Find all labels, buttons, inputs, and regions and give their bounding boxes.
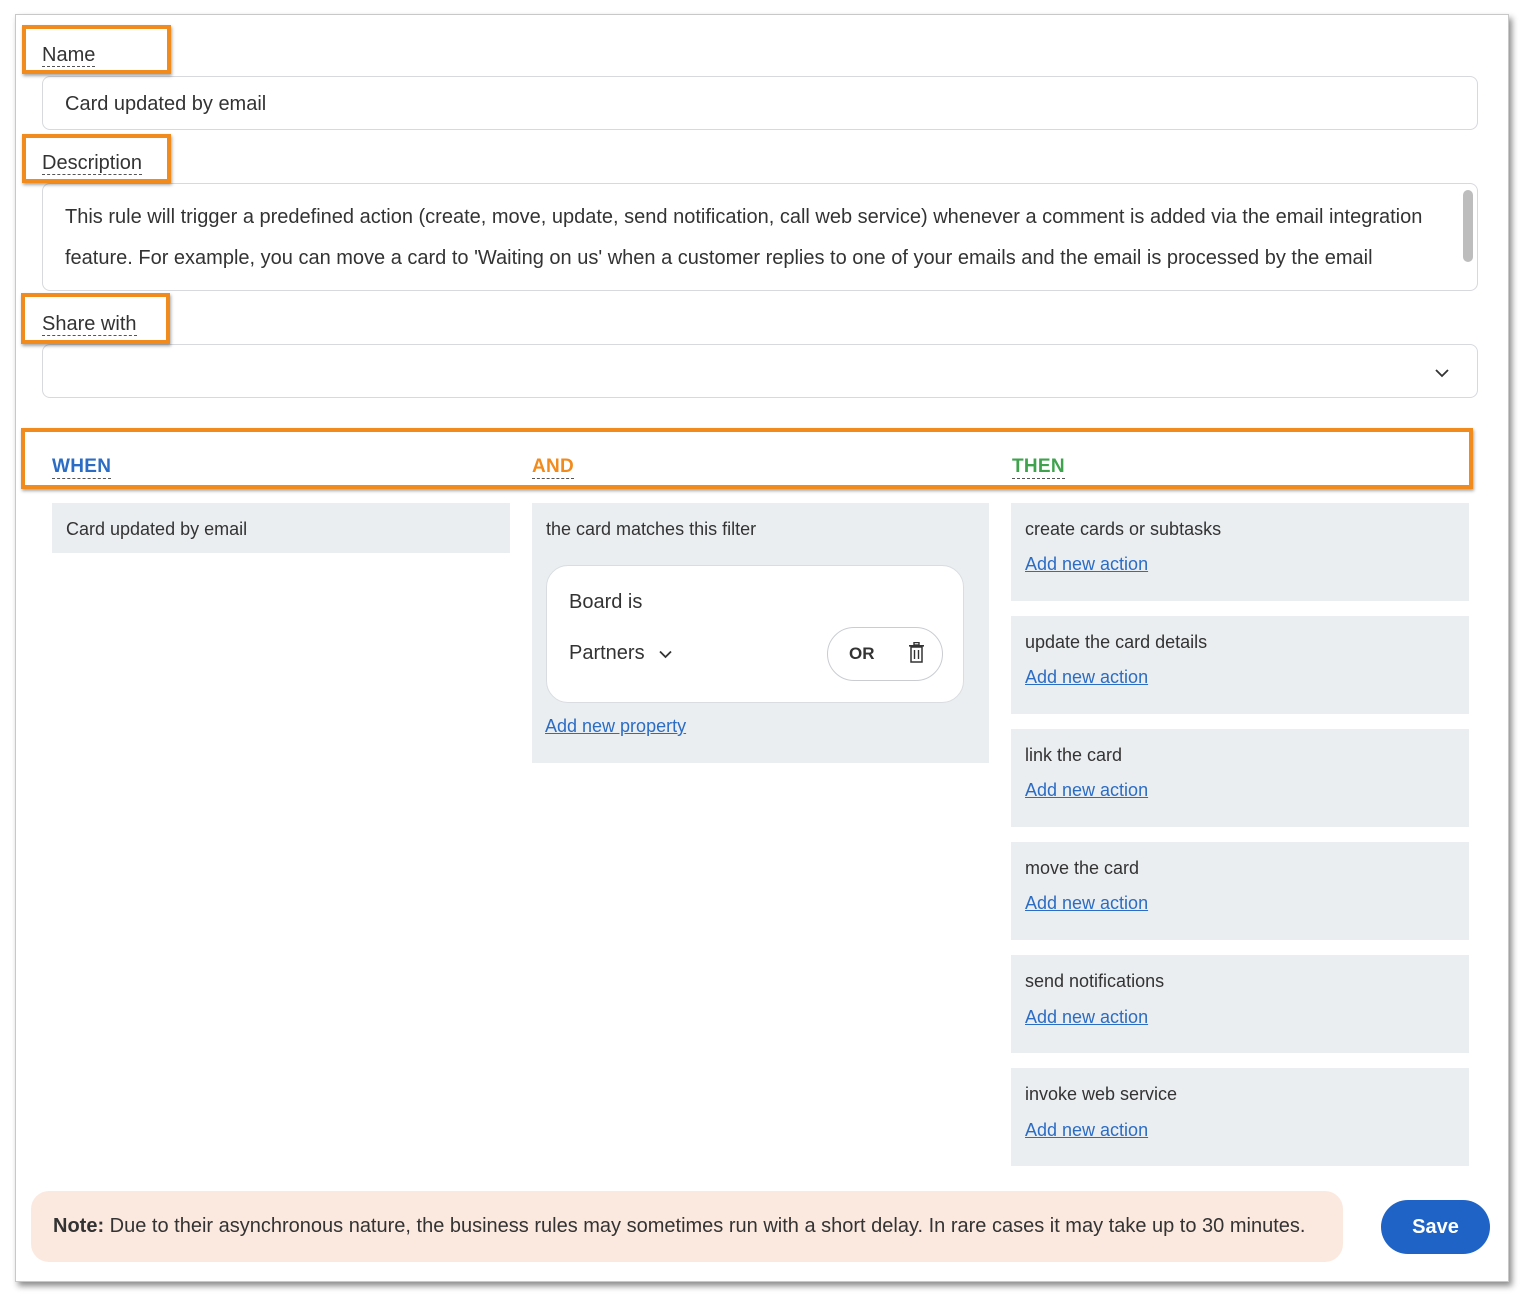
when-trigger-panel[interactable]: Card updated by email <box>52 503 510 553</box>
then-action-panel: link the card Add new action <box>1011 729 1469 827</box>
and-filter-title: the card matches this filter <box>546 519 757 539</box>
add-new-action-link[interactable]: Add new action <box>1025 554 1148 575</box>
then-action-title: link the card <box>1025 745 1123 765</box>
description-textarea-value: This rule will trigger a predefined acti… <box>65 206 1423 269</box>
add-new-action-link[interactable]: Add new action <box>1025 1120 1148 1141</box>
then-action-title: create cards or subtasks <box>1025 519 1222 539</box>
delay-note: Note: Due to their asynchronous nature, … <box>31 1191 1343 1262</box>
add-new-action-link[interactable]: Add new action <box>1025 667 1148 688</box>
then-action-panel: send notifications Add new action <box>1011 955 1469 1053</box>
share-with-select[interactable] <box>42 344 1478 398</box>
and-filter-panel: the card matches this filter Board is Pa… <box>532 503 989 763</box>
description-textarea[interactable]: This rule will trigger a predefined acti… <box>42 183 1478 291</box>
filter-actions-pill: OR <box>827 627 943 681</box>
then-action-panel: move the card Add new action <box>1011 842 1469 940</box>
note-text: Due to their asynchronous nature, the bu… <box>104 1215 1306 1237</box>
columns-highlight-box <box>21 428 1473 489</box>
add-new-action-link[interactable]: Add new action <box>1025 1007 1148 1028</box>
name-input-value: Card updated by email <box>65 93 267 115</box>
then-action-panel: update the card details Add new action <box>1011 616 1469 714</box>
chevron-down-icon <box>1435 365 1449 383</box>
then-action-title: update the card details <box>1025 632 1208 652</box>
when-trigger-label: Card updated by email <box>66 519 248 539</box>
name-input[interactable]: Card updated by email <box>42 76 1478 130</box>
add-new-action-link[interactable]: Add new action <box>1025 780 1148 801</box>
filter-value-dropdown[interactable]: Partners <box>569 642 672 670</box>
then-action-panel: create cards or subtasks Add new action <box>1011 503 1469 601</box>
chevron-down-icon <box>659 646 672 664</box>
name-highlight-box <box>22 25 171 74</box>
then-action-title: move the card <box>1025 858 1140 878</box>
filter-property-label: Board is <box>569 591 643 613</box>
note-label: Note: <box>53 1215 105 1237</box>
share-with-highlight-box <box>21 293 170 344</box>
filter-value-label: Partners <box>569 642 645 664</box>
then-action-panel: invoke web service Add new action <box>1011 1068 1469 1166</box>
add-new-property-link[interactable]: Add new property <box>545 716 686 737</box>
save-button[interactable]: Save <box>1381 1200 1490 1254</box>
filter-condition-card: Board is Partners OR <box>546 565 964 703</box>
then-action-title: send notifications <box>1025 971 1165 991</box>
description-scrollbar[interactable] <box>1463 190 1473 262</box>
or-button[interactable]: OR <box>849 644 875 664</box>
then-action-title: invoke web service <box>1025 1084 1178 1104</box>
trash-icon[interactable] <box>908 641 925 668</box>
description-highlight-box <box>22 134 171 183</box>
add-new-action-link[interactable]: Add new action <box>1025 893 1148 914</box>
